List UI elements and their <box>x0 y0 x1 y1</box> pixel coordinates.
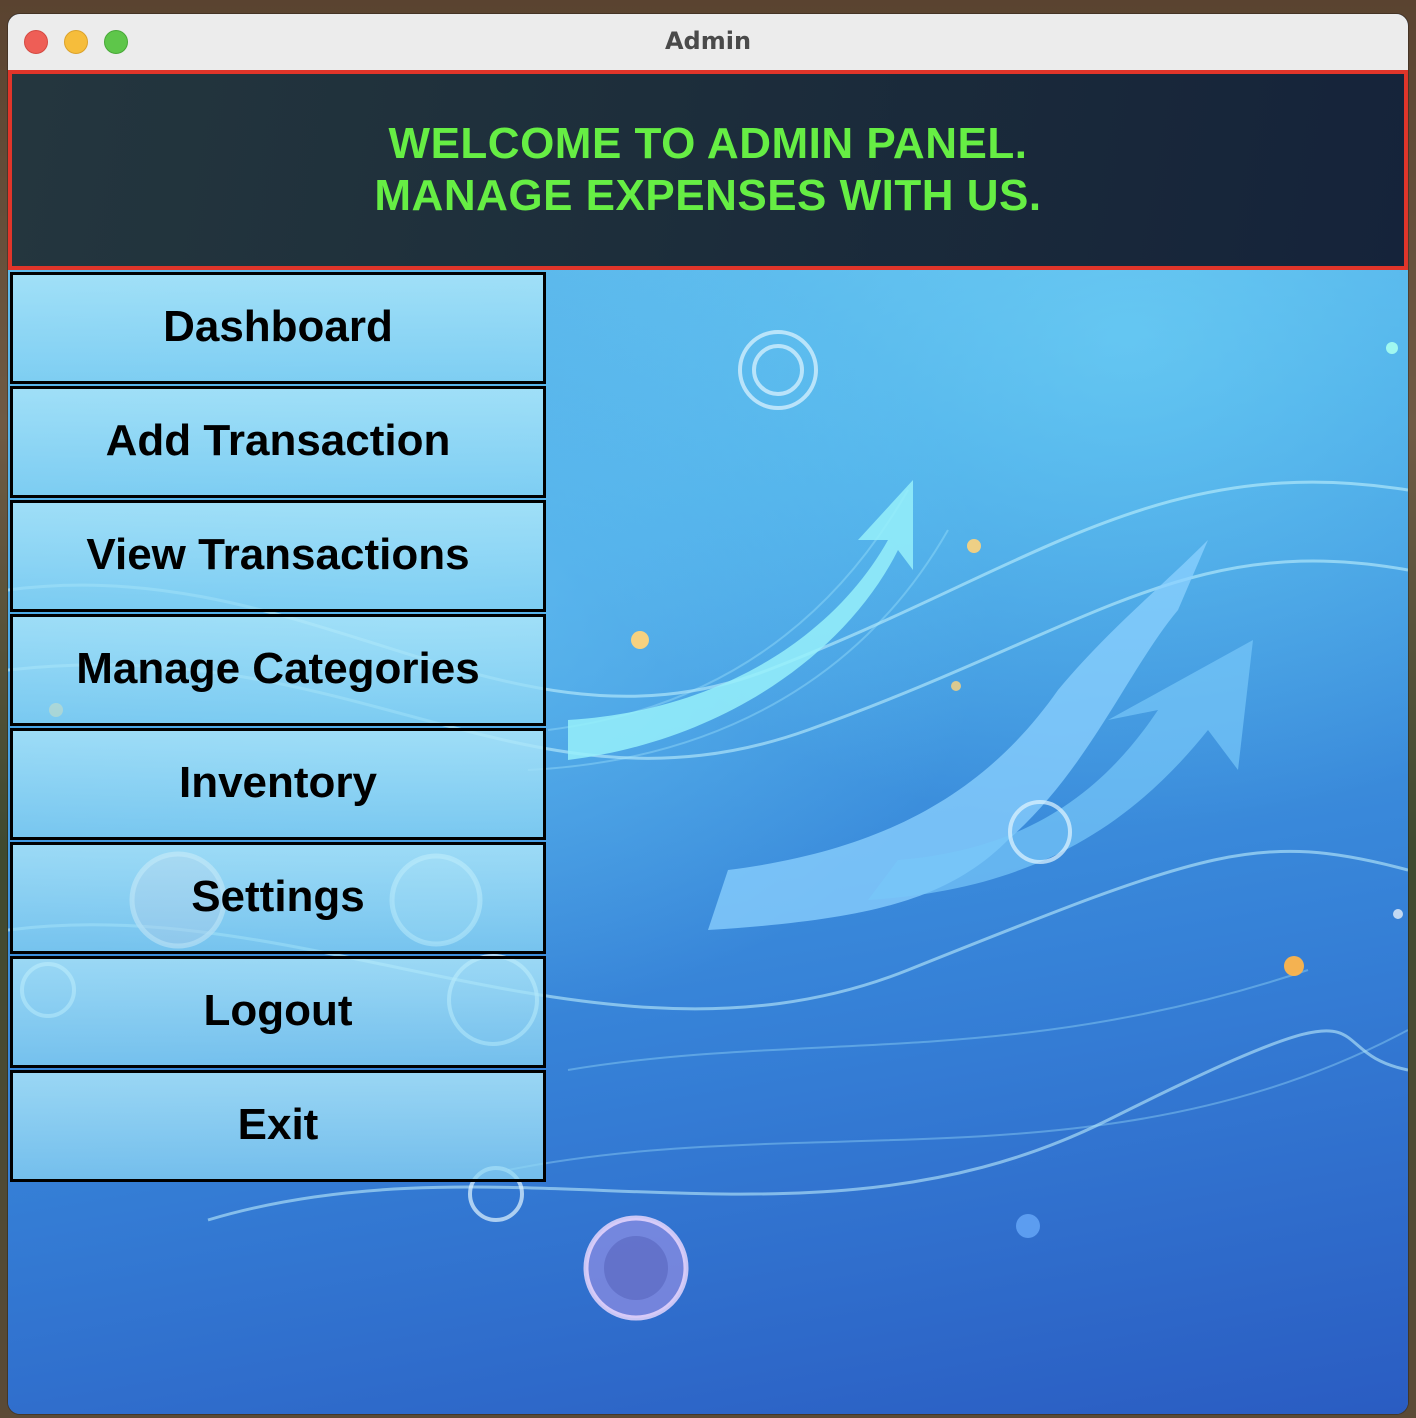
admin-window: Admin WELCOME TO ADMIN PANEL. MANAGE EXP… <box>8 14 1408 1414</box>
main-content: WELCOME TO ADMIN PANEL. MANAGE EXPENSES … <box>8 70 1408 1414</box>
welcome-banner: WELCOME TO ADMIN PANEL. MANAGE EXPENSES … <box>8 70 1408 270</box>
welcome-line: WELCOME TO ADMIN PANEL. <box>388 119 1028 168</box>
add-transaction-button[interactable]: Add Transaction <box>10 386 546 498</box>
tagline: MANAGE EXPENSES WITH US. <box>374 171 1042 220</box>
admin-menu: Dashboard Add Transaction View Transacti… <box>10 272 546 1184</box>
title-bar: Admin <box>8 14 1408 71</box>
settings-button[interactable]: Settings <box>10 842 546 954</box>
inventory-button[interactable]: Inventory <box>10 728 546 840</box>
dashboard-button[interactable]: Dashboard <box>10 272 546 384</box>
window-title: Admin <box>664 27 752 55</box>
manage-categories-button[interactable]: Manage Categories <box>10 614 546 726</box>
logout-button[interactable]: Logout <box>10 956 546 1068</box>
view-transactions-button[interactable]: View Transactions <box>10 500 546 612</box>
exit-button[interactable]: Exit <box>10 1070 546 1182</box>
